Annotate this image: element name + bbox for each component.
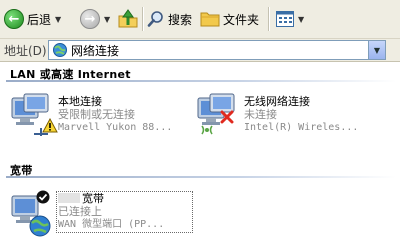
- connection-item-local[interactable]: 本地连接 受限制或无连接 Marvell Yukon 88...: [8, 92, 193, 148]
- folders-label: 文件夹: [223, 12, 260, 27]
- search-icon: [147, 11, 163, 27]
- address-value: 网络连接: [71, 44, 120, 58]
- connections-view: LAN 或高速 Internet 本地连接 受限制或无连接 Marvell Yu…: [0, 62, 400, 250]
- forward-button[interactable]: → ▼: [80, 7, 110, 31]
- address-dropdown-icon[interactable]: ▼: [368, 41, 385, 59]
- connection-item-broadband[interactable]: 宽带 已连接上 WAN 微型端口 (PP...: [8, 190, 193, 246]
- connection-device: Marvell Yukon 88...: [58, 122, 173, 133]
- search-button[interactable]: 搜索: [147, 7, 192, 31]
- search-label: 搜索: [168, 12, 193, 27]
- connected-check-icon: [36, 190, 50, 204]
- connection-status: 未连接: [244, 108, 277, 121]
- address-label: 地址(D): [4, 44, 47, 58]
- group-divider: [6, 80, 396, 82]
- disconnected-x-icon: [220, 110, 234, 124]
- wireless-connection-icon: [197, 93, 235, 135]
- connection-name-row: 宽带: [58, 192, 192, 205]
- views-dropdown-icon[interactable]: ▼: [298, 15, 304, 24]
- connection-text: 宽带 已连接上 WAN 微型端口 (PP...: [56, 191, 193, 233]
- address-bar: 地址(D) 网络连接 ▼: [0, 39, 400, 62]
- forward-arrow-icon: →: [80, 9, 100, 29]
- connection-device: Intel(R) Wireles...: [244, 122, 359, 133]
- connection-text: 无线网络连接 未连接 Intel(R) Wireles...: [244, 95, 378, 134]
- back-dropdown-icon[interactable]: ▼: [55, 15, 61, 24]
- folder-up-icon: [118, 9, 138, 28]
- connection-text: 本地连接 受限制或无连接 Marvell Yukon 88...: [58, 95, 192, 134]
- connection-item-wireless[interactable]: 无线网络连接 未连接 Intel(R) Wireles...: [194, 92, 379, 148]
- up-button[interactable]: [117, 7, 139, 31]
- folders-icon: [200, 12, 220, 27]
- connection-status: 受限制或无连接: [58, 108, 135, 121]
- redacted-block: [58, 193, 80, 203]
- folders-button[interactable]: 文件夹: [200, 7, 259, 31]
- connection-name: 宽带: [82, 192, 104, 205]
- toolbar-separator: [268, 7, 270, 31]
- views-button[interactable]: ▼: [276, 7, 304, 31]
- address-field[interactable]: 网络连接 ▼: [48, 40, 386, 60]
- warning-icon: [42, 118, 58, 133]
- back-arrow-icon: ←: [4, 9, 24, 29]
- toolbar: ← 后退 ▼ → ▼ 搜索 文件夹 ▼: [0, 0, 400, 39]
- toolbar-separator: [142, 7, 144, 31]
- connection-status: 已连接上: [58, 205, 102, 218]
- group-divider: [6, 176, 396, 178]
- connection-name: 无线网络连接: [244, 95, 310, 108]
- network-connections-icon: [53, 43, 67, 57]
- forward-dropdown-icon[interactable]: ▼: [104, 15, 110, 24]
- back-label: 后退: [27, 12, 52, 27]
- connection-name: 本地连接: [58, 95, 102, 108]
- views-icon: [276, 11, 294, 27]
- back-button[interactable]: ← 后退 ▼: [4, 7, 61, 31]
- connection-device: WAN 微型端口 (PP...: [58, 219, 165, 230]
